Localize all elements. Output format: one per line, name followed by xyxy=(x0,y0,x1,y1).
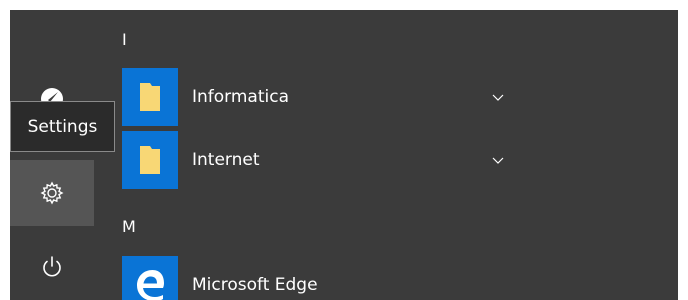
tooltip-text: Settings xyxy=(27,116,98,137)
group-header-label: M xyxy=(122,217,136,236)
folder-icon xyxy=(140,83,160,111)
app-tile xyxy=(122,256,178,300)
group-header-i[interactable]: I xyxy=(122,30,127,49)
app-row-internet[interactable]: Internet xyxy=(122,131,522,189)
group-header-label: I xyxy=(122,30,127,49)
start-menu: Settings I Informatica Internet M Micros… xyxy=(10,10,678,300)
chevron-down-icon[interactable] xyxy=(490,152,506,168)
app-label: Internet xyxy=(192,150,260,170)
app-tile xyxy=(122,68,178,126)
settings-button[interactable] xyxy=(10,160,94,226)
app-label: Informatica xyxy=(192,87,289,107)
app-row-informatica[interactable]: Informatica xyxy=(122,68,522,126)
chevron-down-icon[interactable] xyxy=(490,89,506,105)
power-button[interactable] xyxy=(10,234,94,300)
app-row-microsoft-edge[interactable]: Microsoft Edge xyxy=(122,256,522,300)
group-header-m[interactable]: M xyxy=(122,217,136,236)
app-list: I Informatica Internet M Microsoft Edge xyxy=(94,10,678,300)
gear-icon xyxy=(40,181,64,205)
app-label: Microsoft Edge xyxy=(192,275,318,295)
power-icon xyxy=(43,256,61,277)
folder-icon xyxy=(140,146,160,174)
start-menu-rail xyxy=(10,10,94,300)
app-tile xyxy=(122,131,178,189)
settings-tooltip: Settings xyxy=(10,101,115,152)
edge-icon xyxy=(137,270,164,300)
